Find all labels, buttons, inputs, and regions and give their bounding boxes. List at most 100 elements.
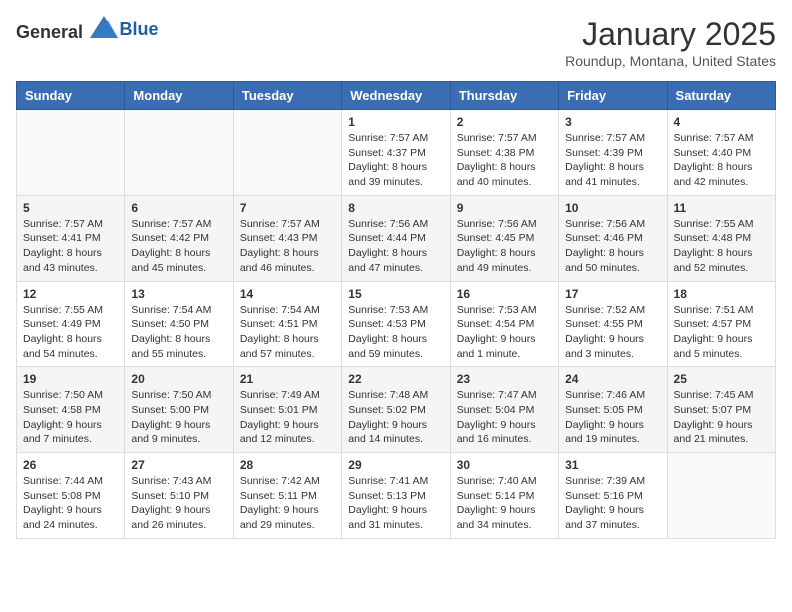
header-saturday: Saturday bbox=[667, 82, 775, 110]
table-row: 4Sunrise: 7:57 AM Sunset: 4:40 PM Daylig… bbox=[667, 110, 775, 196]
day-number: 21 bbox=[240, 372, 335, 386]
day-info: Sunrise: 7:49 AM Sunset: 5:01 PM Dayligh… bbox=[240, 388, 335, 447]
table-row: 25 Sunrise: 7:45 AM Sunset: 5:07 PM Dayli… bbox=[667, 367, 775, 453]
day-info: Sunrise: 7:57 AM Sunset: 4:38 PM Dayligh… bbox=[457, 131, 552, 190]
day-info: Sunrise: 7:43 AM Sunset: 5:10 PM Dayligh… bbox=[131, 474, 226, 533]
table-row: 31Sunrise: 7:39 AM Sunset: 5:16 PM Dayli… bbox=[559, 453, 667, 539]
day-info: Sunrise: 7:50 AM Sunset: 4:58 PM Dayligh… bbox=[23, 388, 118, 447]
table-row: 28 Sunrise: 7:42 AM Sunset: 5:11 PM Dayli… bbox=[233, 453, 341, 539]
logo: General Blue bbox=[16, 16, 159, 43]
day-number: 11 bbox=[674, 201, 769, 215]
day-number: 5 bbox=[23, 201, 118, 215]
day-info: Sunrise: 7:57 AM Sunset: 4:43 PM Dayligh… bbox=[240, 217, 335, 276]
day-number: 29 bbox=[348, 458, 443, 472]
day-number: 16 bbox=[457, 287, 552, 301]
month-title: January 2025 bbox=[565, 16, 776, 53]
day-number: 1 bbox=[348, 115, 443, 129]
day-info: Sunrise: 7:53 AM Sunset: 4:53 PM Dayligh… bbox=[348, 303, 443, 362]
day-info: Sunrise: 7:40 AM Sunset: 5:14 PM Dayligh… bbox=[457, 474, 552, 533]
day-info: Sunrise: 7:52 AM Sunset: 4:55 PM Dayligh… bbox=[565, 303, 660, 362]
logo-icon bbox=[90, 16, 118, 38]
table-row: 13Sunrise: 7:54 AM Sunset: 4:50 PM Dayli… bbox=[125, 281, 233, 367]
day-info: Sunrise: 7:46 AM Sunset: 5:05 PM Dayligh… bbox=[565, 388, 660, 447]
table-row: 15 Sunrise: 7:53 AM Sunset: 4:53 PM Dayli… bbox=[342, 281, 450, 367]
day-number: 22 bbox=[348, 372, 443, 386]
day-info: Sunrise: 7:48 AM Sunset: 5:02 PM Dayligh… bbox=[348, 388, 443, 447]
day-number: 15 bbox=[348, 287, 443, 301]
table-row: 1 Sunrise: 7:57 AM Sunset: 4:37 PM Daylig… bbox=[342, 110, 450, 196]
day-info: Sunrise: 7:56 AM Sunset: 4:45 PM Dayligh… bbox=[457, 217, 552, 276]
day-info: Sunrise: 7:44 AM Sunset: 5:08 PM Dayligh… bbox=[23, 474, 118, 533]
day-number: 8 bbox=[348, 201, 443, 215]
day-number: 3 bbox=[565, 115, 660, 129]
calendar-week-row: 26 Sunrise: 7:44 AM Sunset: 5:08 PM Dayli… bbox=[17, 453, 776, 539]
header-tuesday: Tuesday bbox=[233, 82, 341, 110]
day-number: 23 bbox=[457, 372, 552, 386]
table-row bbox=[667, 453, 775, 539]
calendar-week-row: 1 Sunrise: 7:57 AM Sunset: 4:37 PM Daylig… bbox=[17, 110, 776, 196]
table-row: 14 Sunrise: 7:54 AM Sunset: 4:51 PM Dayli… bbox=[233, 281, 341, 367]
day-info: Sunrise: 7:55 AM Sunset: 4:48 PM Dayligh… bbox=[674, 217, 769, 276]
logo-text-blue: Blue bbox=[120, 19, 159, 39]
table-row: 7Sunrise: 7:57 AM Sunset: 4:43 PM Daylig… bbox=[233, 195, 341, 281]
table-row: 5 Sunrise: 7:57 AM Sunset: 4:41 PM Daylig… bbox=[17, 195, 125, 281]
table-row: 9Sunrise: 7:56 AM Sunset: 4:45 PM Daylig… bbox=[450, 195, 558, 281]
day-info: Sunrise: 7:57 AM Sunset: 4:41 PM Dayligh… bbox=[23, 217, 118, 276]
day-info: Sunrise: 7:42 AM Sunset: 5:11 PM Dayligh… bbox=[240, 474, 335, 533]
logo-text-general: General bbox=[16, 22, 83, 42]
day-info: Sunrise: 7:57 AM Sunset: 4:39 PM Dayligh… bbox=[565, 131, 660, 190]
header-thursday: Thursday bbox=[450, 82, 558, 110]
table-row: 11 Sunrise: 7:55 AM Sunset: 4:48 PM Dayli… bbox=[667, 195, 775, 281]
calendar: Sunday Monday Tuesday Wednesday Thursday… bbox=[16, 81, 776, 539]
day-number: 12 bbox=[23, 287, 118, 301]
table-row: 3 Sunrise: 7:57 AM Sunset: 4:39 PM Daylig… bbox=[559, 110, 667, 196]
table-row: 10Sunrise: 7:56 AM Sunset: 4:46 PM Dayli… bbox=[559, 195, 667, 281]
day-info: Sunrise: 7:57 AM Sunset: 4:42 PM Dayligh… bbox=[131, 217, 226, 276]
day-number: 27 bbox=[131, 458, 226, 472]
header-monday: Monday bbox=[125, 82, 233, 110]
calendar-week-row: 12 Sunrise: 7:55 AM Sunset: 4:49 PM Dayli… bbox=[17, 281, 776, 367]
day-info: Sunrise: 7:57 AM Sunset: 4:37 PM Dayligh… bbox=[348, 131, 443, 190]
table-row: 27 Sunrise: 7:43 AM Sunset: 5:10 PM Dayli… bbox=[125, 453, 233, 539]
table-row: 20 Sunrise: 7:50 AM Sunset: 5:00 PM Dayli… bbox=[125, 367, 233, 453]
header-wednesday: Wednesday bbox=[342, 82, 450, 110]
table-row: 30 Sunrise: 7:40 AM Sunset: 5:14 PM Dayli… bbox=[450, 453, 558, 539]
day-info: Sunrise: 7:55 AM Sunset: 4:49 PM Dayligh… bbox=[23, 303, 118, 362]
table-row: 6 Sunrise: 7:57 AM Sunset: 4:42 PM Daylig… bbox=[125, 195, 233, 281]
day-number: 6 bbox=[131, 201, 226, 215]
day-info: Sunrise: 7:41 AM Sunset: 5:13 PM Dayligh… bbox=[348, 474, 443, 533]
day-info: Sunrise: 7:47 AM Sunset: 5:04 PM Dayligh… bbox=[457, 388, 552, 447]
day-number: 20 bbox=[131, 372, 226, 386]
table-row: 22 Sunrise: 7:48 AM Sunset: 5:02 PM Dayli… bbox=[342, 367, 450, 453]
day-number: 30 bbox=[457, 458, 552, 472]
day-info: Sunrise: 7:54 AM Sunset: 4:51 PM Dayligh… bbox=[240, 303, 335, 362]
day-number: 17 bbox=[565, 287, 660, 301]
day-number: 25 bbox=[674, 372, 769, 386]
day-number: 14 bbox=[240, 287, 335, 301]
table-row: 26 Sunrise: 7:44 AM Sunset: 5:08 PM Dayli… bbox=[17, 453, 125, 539]
table-row bbox=[17, 110, 125, 196]
day-info: Sunrise: 7:50 AM Sunset: 5:00 PM Dayligh… bbox=[131, 388, 226, 447]
table-row: 23 Sunrise: 7:47 AM Sunset: 5:04 PM Dayli… bbox=[450, 367, 558, 453]
day-number: 28 bbox=[240, 458, 335, 472]
calendar-header-row: Sunday Monday Tuesday Wednesday Thursday… bbox=[17, 82, 776, 110]
table-row: 2 Sunrise: 7:57 AM Sunset: 4:38 PM Daylig… bbox=[450, 110, 558, 196]
day-info: Sunrise: 7:39 AM Sunset: 5:16 PM Dayligh… bbox=[565, 474, 660, 533]
day-number: 10 bbox=[565, 201, 660, 215]
table-row bbox=[233, 110, 341, 196]
header-friday: Friday bbox=[559, 82, 667, 110]
table-row: 12 Sunrise: 7:55 AM Sunset: 4:49 PM Dayli… bbox=[17, 281, 125, 367]
day-info: Sunrise: 7:45 AM Sunset: 5:07 PM Dayligh… bbox=[674, 388, 769, 447]
table-row: 21 Sunrise: 7:49 AM Sunset: 5:01 PM Dayli… bbox=[233, 367, 341, 453]
day-number: 26 bbox=[23, 458, 118, 472]
header-sunday: Sunday bbox=[17, 82, 125, 110]
day-number: 19 bbox=[23, 372, 118, 386]
day-number: 4 bbox=[674, 115, 769, 129]
day-number: 13 bbox=[131, 287, 226, 301]
table-row: 18Sunrise: 7:51 AM Sunset: 4:57 PM Dayli… bbox=[667, 281, 775, 367]
table-row: 8Sunrise: 7:56 AM Sunset: 4:44 PM Daylig… bbox=[342, 195, 450, 281]
title-area: January 2025 Roundup, Montana, United St… bbox=[565, 16, 776, 69]
day-number: 24 bbox=[565, 372, 660, 386]
day-info: Sunrise: 7:53 AM Sunset: 4:54 PM Dayligh… bbox=[457, 303, 552, 362]
day-number: 2 bbox=[457, 115, 552, 129]
